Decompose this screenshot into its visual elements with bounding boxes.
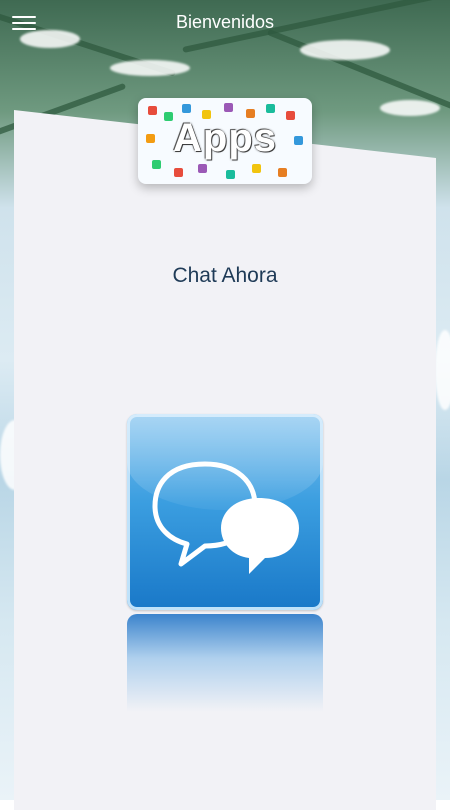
- chat-icon-reflection: [127, 614, 323, 712]
- app-header: Bienvenidos: [0, 0, 450, 48]
- chat-bubbles-icon[interactable]: [127, 414, 323, 610]
- page-title: Bienvenidos: [175, 12, 275, 32]
- apps-banner-label: Apps: [173, 116, 277, 160]
- apps-banner-image: Apps: [138, 98, 312, 184]
- chat-heading: Chat Ahora: [172, 264, 278, 287]
